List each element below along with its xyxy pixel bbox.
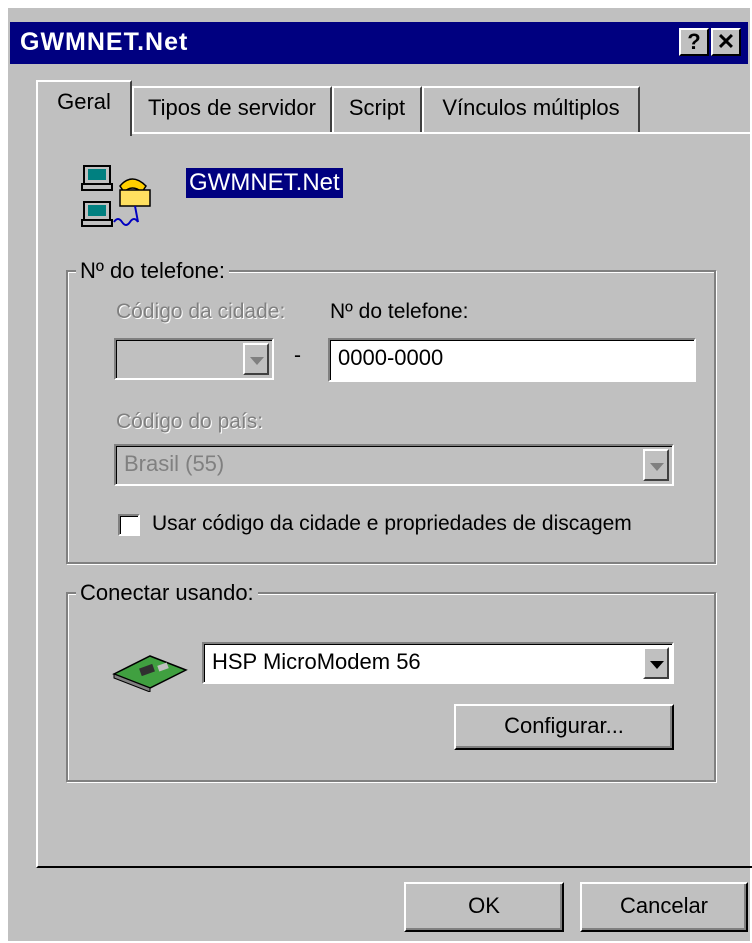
tab-script-label: Script bbox=[348, 95, 406, 120]
country-code-label: Código do país: bbox=[116, 410, 264, 433]
cancel-button[interactable]: Cancelar bbox=[580, 882, 748, 932]
window-title: GWMNET.Net bbox=[20, 28, 189, 56]
phone-group-legend: Nº do telefone: bbox=[76, 258, 230, 284]
area-code-select bbox=[114, 338, 274, 380]
phone-group: Nº do telefone: Código da cidade: - Nº d… bbox=[66, 258, 716, 564]
tab-tipos-de-servidor[interactable]: Tipos de servidor bbox=[132, 86, 332, 132]
title-bar[interactable]: GWMNET.Net ? ✕ bbox=[10, 22, 748, 64]
use-area-code-checkbox[interactable] bbox=[118, 514, 140, 536]
tab-vinculos-multiplos[interactable]: Vínculos múltiplos bbox=[422, 86, 640, 132]
modem-dropdown-icon[interactable] bbox=[643, 647, 669, 679]
tab-script[interactable]: Script bbox=[332, 86, 422, 132]
tab-tipos-de-servidor-label: Tipos de servidor bbox=[148, 95, 316, 120]
area-code-dropdown-icon bbox=[243, 343, 269, 375]
area-code-label: Código da cidade: bbox=[116, 300, 286, 323]
tab-panel-geral: GWMNET.Net Nº do telefone: Código da cid… bbox=[36, 132, 752, 868]
tab-geral-label: Geral bbox=[57, 89, 111, 114]
country-code-value: Brasil (55) bbox=[124, 451, 225, 476]
dash-separator: - bbox=[294, 344, 301, 367]
ok-button[interactable]: OK bbox=[404, 882, 564, 932]
tab-vinculos-multiplos-label: Vínculos múltiplos bbox=[442, 95, 620, 120]
connection-name[interactable]: GWMNET.Net bbox=[186, 168, 343, 198]
connect-group-legend: Conectar usando: bbox=[76, 580, 258, 606]
modem-value: HSP MicroModem 56 bbox=[212, 649, 421, 674]
dialog-window: GWMNET.Net ? ✕ Geral Tipos de servidor S… bbox=[8, 8, 752, 941]
country-code-select: Brasil (55) bbox=[114, 444, 674, 486]
phone-number-input[interactable]: 0000-0000 bbox=[328, 338, 696, 382]
modem-select[interactable]: HSP MicroModem 56 bbox=[202, 642, 674, 684]
close-button[interactable]: ✕ bbox=[711, 28, 741, 56]
tab-geral[interactable]: Geral bbox=[36, 80, 132, 136]
help-button[interactable]: ? bbox=[679, 28, 709, 56]
connect-group: Conectar usando: HSP MicroModem 56 Confi… bbox=[66, 580, 716, 782]
country-code-dropdown-icon bbox=[643, 449, 669, 481]
modem-card-icon bbox=[112, 655, 188, 692]
configure-button[interactable]: Configurar... bbox=[454, 704, 674, 750]
dialup-computers-icon bbox=[81, 165, 151, 227]
phone-number-label: Nº do telefone: bbox=[330, 300, 469, 323]
use-area-code-label[interactable]: Usar código da cidade e propriedades de … bbox=[152, 512, 632, 536]
